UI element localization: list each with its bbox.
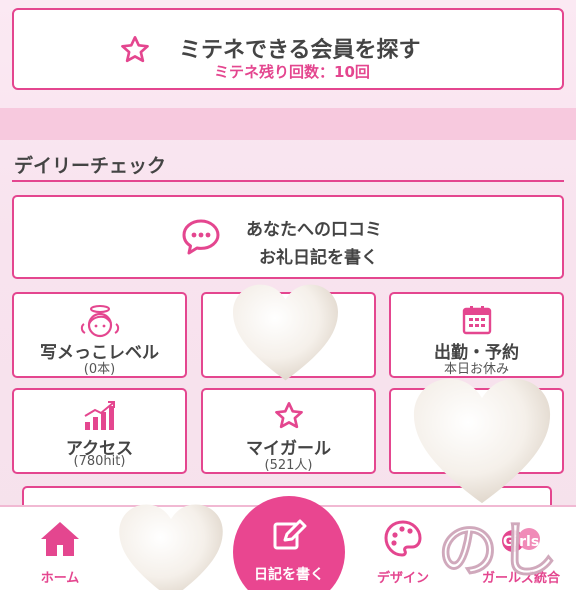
chat-bubble-icon — [180, 217, 222, 261]
divider-band — [0, 108, 576, 140]
calendar-icon — [461, 304, 493, 340]
section-divider — [12, 180, 564, 182]
star-icon — [119, 34, 151, 70]
attendance-tile[interactable]: 出勤・予約 本日お休み — [389, 292, 564, 378]
thanks-diary-label: お礼日記を書く — [259, 248, 378, 268]
access-tile[interactable]: アクセス (780hit) — [12, 388, 187, 474]
decorative-heart-icon — [119, 504, 223, 590]
star-icon — [273, 400, 305, 436]
edit-icon — [271, 518, 307, 558]
nav-home-label: ホーム — [40, 571, 80, 586]
write-diary-label: 日記を書く — [254, 567, 324, 583]
photo-level-count: (0本) — [83, 362, 116, 377]
decorative-heart-icon — [233, 284, 338, 381]
photo-level-tile[interactable]: 写メっこレベル (0本) — [12, 292, 187, 378]
watermark-logo: のし — [438, 516, 559, 587]
review-card[interactable]: あなたへの口コミ お礼日記を書く — [12, 195, 564, 279]
bar-chart-icon — [82, 400, 118, 436]
remaining-count: ミテネ残り回数：10回 — [214, 63, 370, 81]
nav-home[interactable]: ホーム — [5, 507, 115, 590]
find-members-title: ミテネできる会員を探す — [179, 38, 421, 63]
svg-text:のし: のし — [438, 516, 558, 586]
section-title: デイリーチェック — [14, 155, 167, 177]
access-count: (780hit) — [73, 454, 126, 469]
palette-icon — [383, 519, 423, 563]
decorative-heart-icon — [413, 378, 551, 504]
find-members-card[interactable]: ミテネできる会員を探す ミテネ残り回数：10回 — [12, 8, 564, 90]
my-girl-count: (521人) — [264, 458, 313, 473]
home-icon — [38, 519, 82, 563]
review-label: あなたへの口コミ — [246, 220, 382, 240]
my-girl-tile[interactable]: マイガール (521人) — [201, 388, 376, 474]
